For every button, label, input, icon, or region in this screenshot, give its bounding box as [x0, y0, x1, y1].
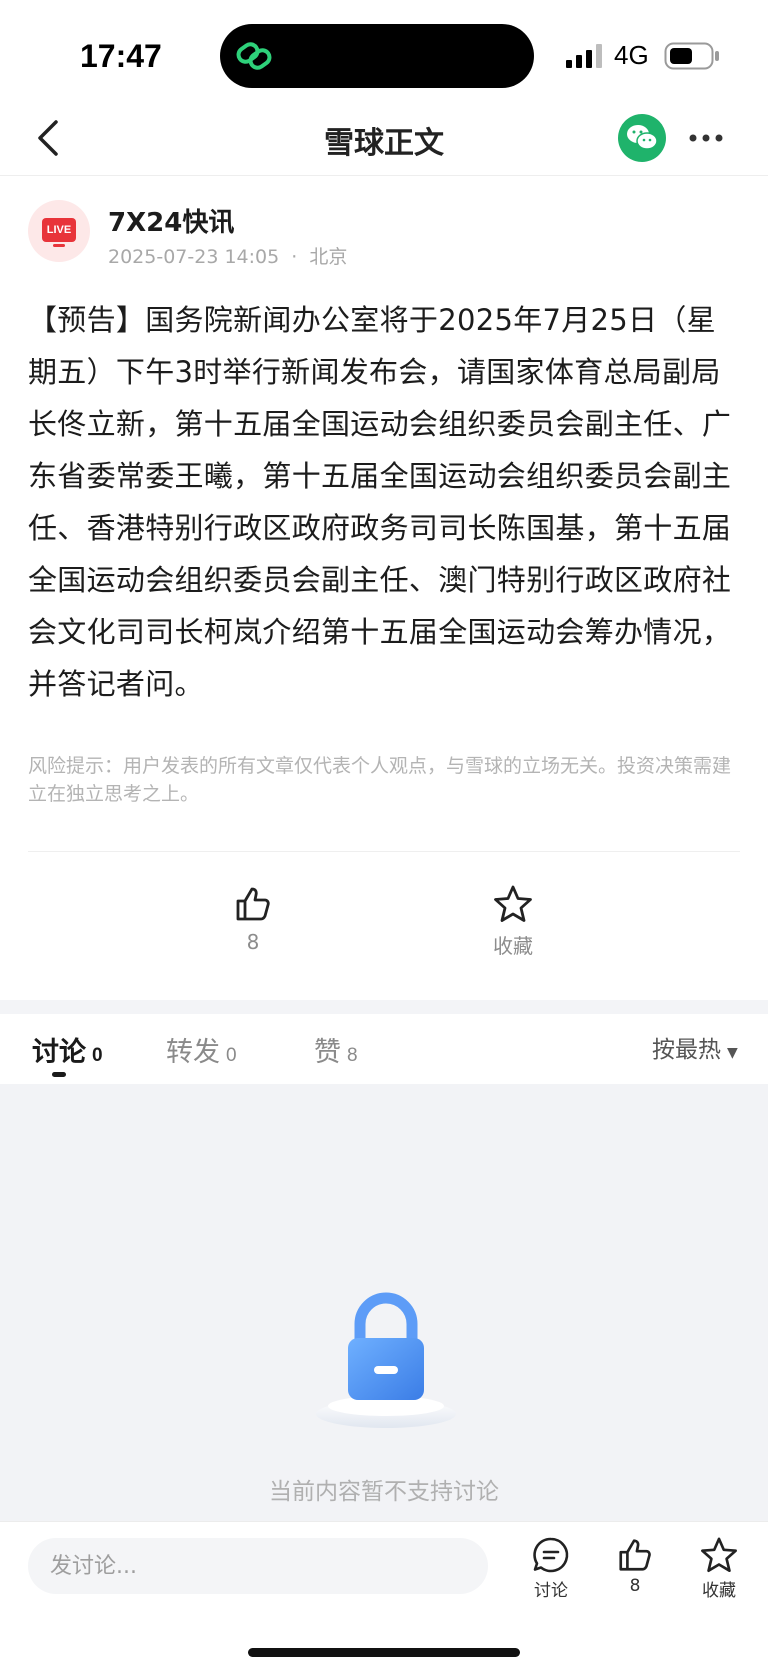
discussion-empty-state: 当前内容暂不支持讨论 — [0, 1084, 768, 1521]
post-meta: 2025-07-23 14:05 · 北京 — [108, 242, 353, 269]
bottom-favorite-button[interactable]: 收藏 — [684, 1536, 754, 1601]
cellular-signal-icon — [566, 44, 602, 68]
wechat-share-button[interactable] — [618, 114, 666, 162]
navigation-bar: 雪球正文 — [0, 100, 768, 176]
sort-dropdown[interactable]: 按最热 ▼ — [652, 1030, 738, 1064]
link-icon — [236, 42, 272, 70]
more-options-icon[interactable] — [686, 124, 726, 152]
bottom-like-button[interactable]: 8 — [600, 1536, 670, 1596]
status-time: 17:47 — [80, 38, 162, 74]
post-location: 北京 — [309, 246, 348, 268]
bottom-favorite-label: 收藏 — [702, 1581, 736, 1601]
like-button[interactable]: 8 — [198, 884, 308, 954]
divider — [28, 851, 740, 852]
favorite-button[interactable]: 收藏 — [458, 884, 568, 959]
discuss-label: 讨论 — [534, 1581, 568, 1601]
thumbs-up-icon — [236, 887, 270, 921]
bottom-action-bar: 讨论 8 收藏 — [0, 1521, 768, 1669]
author-avatar[interactable]: LIVE — [28, 200, 90, 262]
dynamic-island — [220, 24, 534, 88]
tab-count: 0 — [226, 1045, 237, 1066]
tab-likes[interactable]: 赞8 — [314, 1030, 358, 1069]
post-date: 2025-07-23 14:05 — [108, 246, 280, 268]
sort-label: 按最热 — [652, 1037, 721, 1063]
post-body: 【预告】国务院新闻办公室将于2025年7月25日（星期五）下午3时举行新闻发布会… — [28, 303, 732, 701]
bottom-like-count: 8 — [629, 1576, 641, 1596]
tab-label: 赞 — [314, 1037, 341, 1068]
tab-count: 0 — [92, 1045, 103, 1066]
risk-notice: 风险提示：用户发表的所有文章仅代表个人观点，与雪球的立场无关。投资决策需建立在独… — [28, 755, 732, 805]
status-bar: 17:47 4G — [0, 0, 768, 100]
star-icon — [494, 885, 532, 922]
author-name[interactable]: 7X24快讯 — [108, 202, 234, 239]
tab-count: 8 — [347, 1045, 358, 1066]
home-indicator[interactable] — [248, 1648, 520, 1657]
discuss-button[interactable]: 讨论 — [516, 1536, 586, 1601]
comment-input[interactable] — [28, 1538, 488, 1594]
tab-label: 讨论 — [32, 1037, 86, 1068]
network-type: 4G — [614, 40, 649, 70]
comment-tabs: 讨论 0 转发 0 赞8 按最热 ▼ — [0, 1014, 768, 1084]
thumbs-up-icon — [619, 1539, 651, 1571]
tab-repost[interactable]: 转发 0 — [166, 1030, 237, 1069]
section-gap — [0, 1000, 768, 1014]
meta-separator: · — [291, 246, 298, 268]
wechat-icon — [627, 125, 658, 150]
chat-bubble-icon — [533, 1537, 569, 1573]
tab-discussion[interactable]: 讨论 0 — [32, 1030, 103, 1069]
like-count: 8 — [246, 930, 260, 954]
caret-down-icon: ▼ — [727, 1045, 738, 1061]
live-tv-icon: LIVE — [42, 218, 76, 242]
tab-label: 转发 — [166, 1037, 220, 1068]
battery-icon — [664, 42, 719, 70]
empty-state-text: 当前内容暂不支持讨论 — [269, 1479, 499, 1505]
lock-icon — [316, 1292, 456, 1428]
tv-stand — [53, 244, 65, 247]
star-icon — [701, 1537, 737, 1573]
favorite-label: 收藏 — [493, 934, 533, 958]
active-tab-indicator — [52, 1072, 66, 1077]
